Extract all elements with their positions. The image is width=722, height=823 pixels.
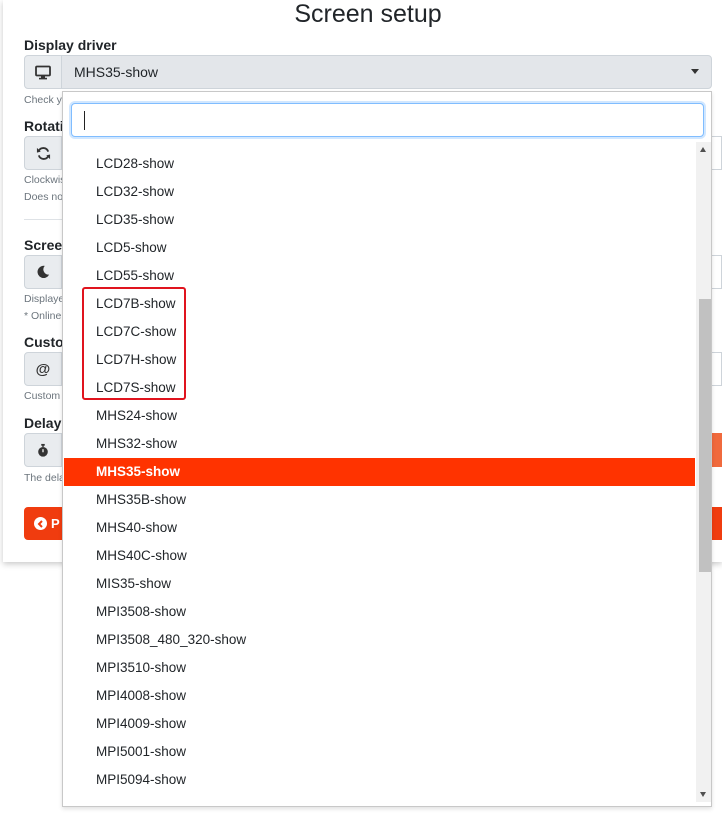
scrollbar-thumb[interactable] [699,299,711,572]
dropdown-option[interactable]: MPI3508-show [64,598,695,626]
dropdown-option[interactable]: LCD55-show [64,262,695,290]
delay-addon [24,433,62,467]
section-divider [24,219,64,220]
sync-icon [36,146,50,160]
rotation-select-edge[interactable] [711,136,722,170]
screensaver-select-edge[interactable] [711,255,722,289]
display-driver-label: Display driver [24,37,117,53]
dropdown-option[interactable]: MPI3510-show [64,654,695,682]
display-driver-select[interactable]: MHS35-show [61,55,712,89]
dropdown-scrollbar[interactable] [696,142,711,802]
display-driver-help: Check y [24,94,62,106]
dropdown-option[interactable]: MHS35B-show [64,486,695,514]
screensaver-addon [24,255,62,289]
custom-help: Custom [24,390,61,402]
rotation-help-1: Clockwis [24,174,66,186]
caret-down-icon [691,69,699,74]
monitor-icon [35,65,51,79]
display-driver-selected-value: MHS35-show [74,64,159,80]
delay-help: The dela [24,472,65,484]
previous-button-label: P [51,516,60,531]
dropdown-option-selected[interactable]: MHS35-show [64,458,695,486]
dropdown-option[interactable]: MHS32-show [64,430,695,458]
dropdown-option[interactable]: MPI4009-show [64,710,695,738]
delay-label: Delay [24,415,62,431]
scroll-up-arrow-icon[interactable] [700,147,706,152]
dropdown-option[interactable]: MHS40-show [64,514,695,542]
stopwatch-icon [38,443,48,457]
dropdown-option[interactable]: MHS24-show [64,402,695,430]
display-driver-addon [24,55,62,89]
delay-input-edge[interactable] [711,433,722,467]
previous-button[interactable]: P [24,507,64,540]
at-icon: @ [35,360,51,378]
scroll-down-arrow-icon[interactable] [700,792,706,797]
annotation-highlight-box [82,287,186,400]
dropdown-option[interactable]: MHS40C-show [64,542,695,570]
dropdown-option[interactable]: LCD32-show [64,178,695,206]
dropdown-option[interactable]: LCD35-show [64,206,695,234]
screensaver-help-2: * Online [24,310,62,322]
chevron-left-circle-icon [34,517,47,530]
dropdown-search-input[interactable] [71,103,704,137]
moon-icon [37,265,50,279]
driver-dropdown: LCD28-show LCD32-show LCD35-show LCD5-show L… [62,91,712,807]
dropdown-option[interactable]: MPI4008-show [64,682,695,710]
rotation-addon [24,136,62,170]
dropdown-option[interactable]: MIS35-show [64,570,695,598]
dropdown-option[interactable]: MPI5094-show [64,766,695,794]
page-title: Screen setup [294,0,442,28]
dropdown-option[interactable]: MPI3508_480_320-show [64,626,695,654]
dropdown-option[interactable]: MPI5001-show [64,738,695,766]
rotation-label: Rotati [24,118,64,134]
rotation-help-2: Does no [24,191,64,203]
next-button-edge[interactable] [711,507,722,540]
custom-addon: @ [24,352,62,386]
dropdown-options-list: LCD28-show LCD32-show LCD35-show LCD5-show L… [64,150,695,802]
text-cursor [84,111,85,130]
custom-input-edge[interactable] [711,352,722,386]
dropdown-option[interactable]: LCD5-show [64,234,695,262]
screensaver-help-1: Displaye [24,293,65,305]
dropdown-option[interactable]: LCD28-show [64,150,695,178]
